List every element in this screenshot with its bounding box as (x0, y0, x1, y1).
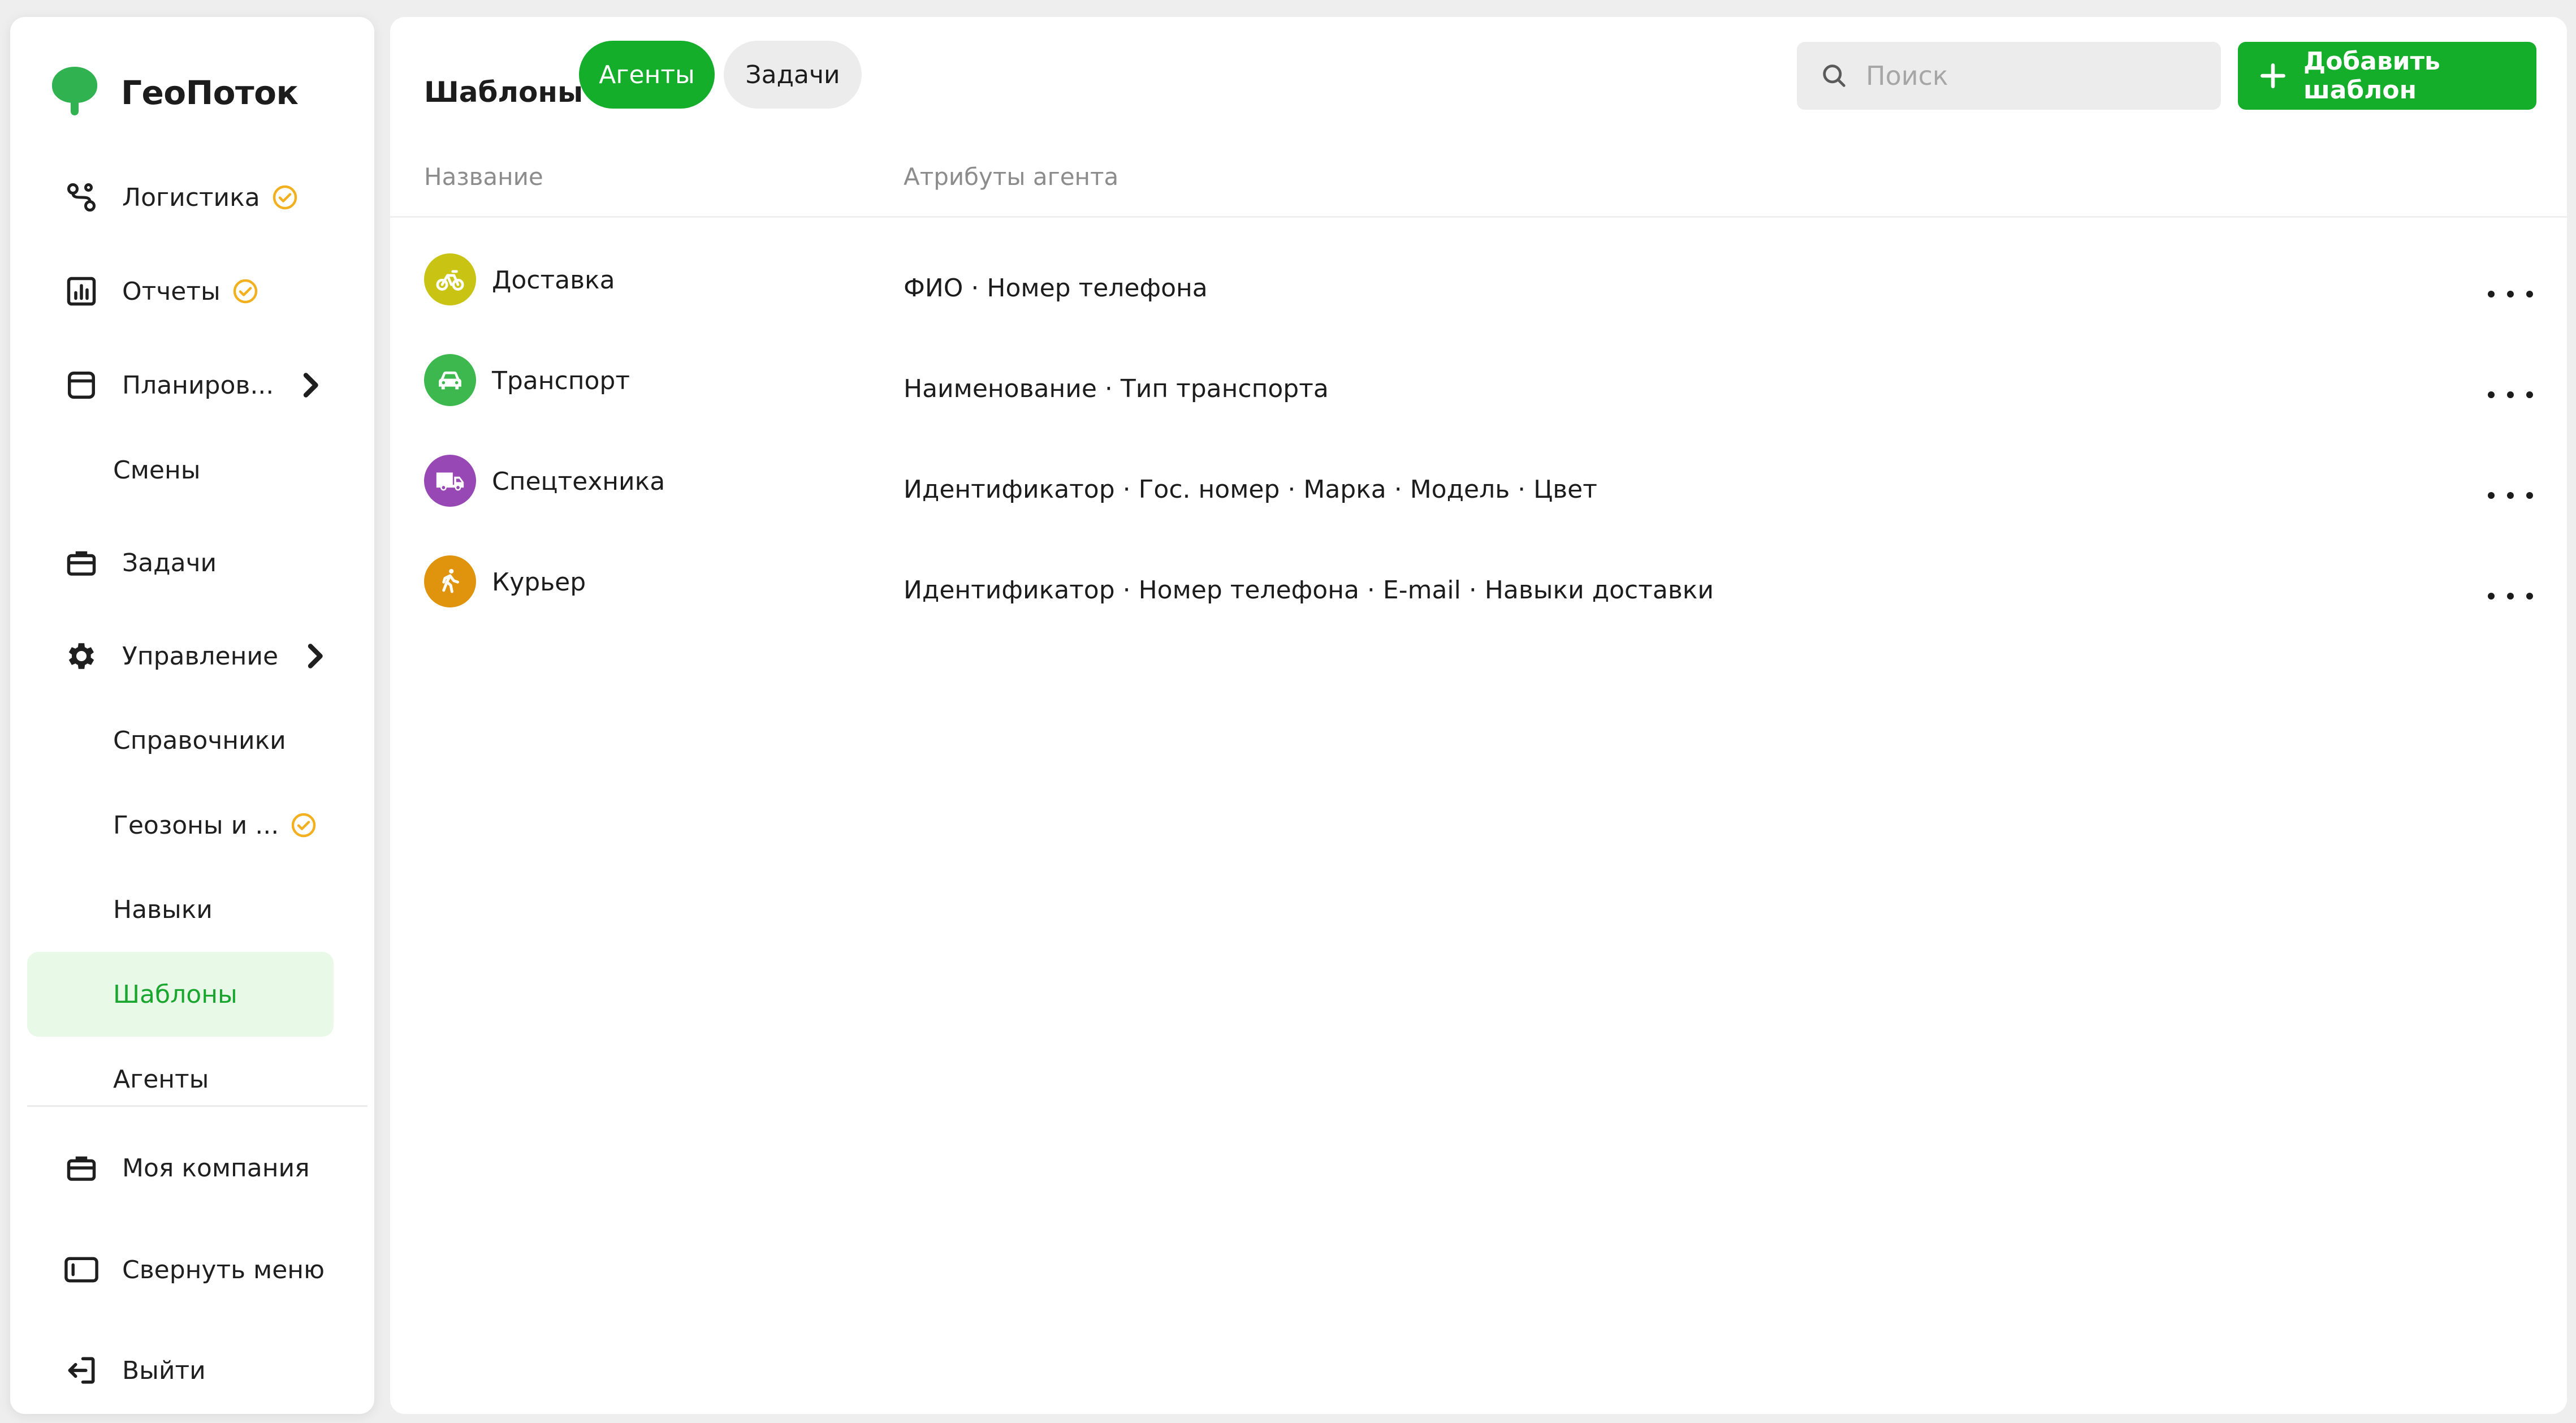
table-row[interactable]: Доставка ФИО · Номер телефона (390, 253, 2567, 344)
plus-icon (2257, 60, 2289, 92)
sidebar-item-label: Отчеты (122, 277, 221, 306)
bicycle-icon (424, 253, 476, 305)
sidebar-item-label: Задачи (122, 548, 217, 577)
app-name: ГеоПоток (121, 74, 299, 112)
tab-label: Агенты (599, 60, 695, 89)
sidebar-item-label: Свернуть меню (122, 1255, 325, 1284)
sidebar: ГеоПоток Логистика Отчеты Планиров... См… (10, 17, 374, 1414)
chevron-right-icon[interactable] (299, 369, 321, 401)
sidebar-item-label: Управление (122, 641, 279, 671)
tab-agents[interactable]: Агенты (579, 41, 715, 109)
collapse-sidebar-icon (59, 1247, 104, 1292)
briefcase-icon (59, 1145, 104, 1191)
template-name: Транспорт (492, 366, 630, 395)
template-name: Спецтехника (492, 467, 665, 496)
more-options-icon[interactable] (2488, 585, 2533, 607)
calendar-icon (59, 363, 104, 408)
sidebar-item-templates[interactable]: Шаблоны (27, 952, 334, 1037)
gear-icon (59, 633, 104, 679)
logout-button[interactable]: Выйти (27, 1328, 334, 1413)
check-circle-icon (290, 812, 317, 839)
sidebar-item-label: Моя компания (122, 1153, 310, 1183)
sidebar-item-reports[interactable]: Отчеты (27, 249, 334, 334)
logout-icon (59, 1348, 104, 1393)
truck-icon (424, 455, 476, 507)
sidebar-item-my-company[interactable]: Моя компания (27, 1126, 334, 1210)
sidebar-item-geozones[interactable]: Геозоны и ... (27, 783, 334, 868)
sidebar-item-logistics[interactable]: Логистика (27, 155, 334, 240)
main-panel: Шаблоны Агенты Задачи Добавить шаблон На… (390, 17, 2567, 1414)
walking-person-icon (424, 555, 476, 607)
template-attributes: Идентификатор · Номер телефона · E-mail … (904, 576, 1714, 605)
tab-tasks[interactable]: Задачи (724, 41, 862, 109)
table-row[interactable]: Курьер Идентификатор · Номер телефона · … (390, 555, 2567, 646)
sidebar-item-tasks[interactable]: Задачи (27, 520, 334, 605)
sidebar-item-label: Смены (113, 455, 201, 485)
sidebar-item-label: Логистика (122, 183, 260, 212)
search-icon (1819, 61, 1849, 90)
briefcase-icon (59, 540, 104, 585)
sidebar-item-agents[interactable]: Агенты (27, 1037, 334, 1122)
app-logo[interactable]: ГеоПоток (46, 63, 299, 122)
more-options-icon[interactable] (2488, 283, 2533, 305)
sidebar-item-label: Планиров... (122, 370, 274, 400)
template-name: Доставка (492, 266, 615, 295)
sidebar-divider (27, 1105, 368, 1107)
more-options-icon[interactable] (2488, 484, 2533, 507)
template-name: Курьер (492, 568, 586, 597)
template-attributes: Идентификатор · Гос. номер · Марка · Мод… (904, 475, 1597, 504)
sidebar-item-directories[interactable]: Справочники (27, 698, 334, 783)
route-icon (59, 175, 104, 220)
table-row[interactable]: Транспорт Наименование · Тип транспорта (390, 354, 2567, 445)
add-template-button[interactable]: Добавить шаблон (2238, 42, 2536, 110)
car-icon (424, 354, 476, 406)
page-title: Шаблоны (424, 76, 584, 109)
sidebar-item-label: Агенты (113, 1064, 209, 1094)
sidebar-item-management[interactable]: Управление (27, 614, 334, 698)
template-attributes: ФИО · Номер телефона (904, 274, 1208, 303)
table-row[interactable]: Спецтехника Идентификатор · Гос. номер ·… (390, 455, 2567, 545)
search-input[interactable] (1866, 61, 2205, 91)
sidebar-item-planning[interactable]: Планиров... (27, 343, 334, 428)
sidebar-item-skills[interactable]: Навыки (27, 867, 334, 952)
collapse-menu-button[interactable]: Свернуть меню (27, 1227, 334, 1312)
check-circle-icon (232, 278, 259, 305)
sidebar-item-label: Навыки (113, 895, 213, 924)
add-button-label: Добавить шаблон (2303, 47, 2440, 105)
search-box (1797, 42, 2221, 110)
template-attributes: Наименование · Тип транспорта (904, 374, 1329, 403)
column-header-name[interactable]: Название (424, 163, 543, 191)
chevron-right-icon[interactable] (303, 640, 326, 672)
sidebar-item-label: Геозоны и ... (113, 810, 279, 840)
column-header-attributes[interactable]: Атрибуты агента (904, 163, 1118, 191)
sidebar-item-shifts[interactable]: Смены (27, 428, 334, 512)
check-circle-icon (271, 184, 299, 211)
more-options-icon[interactable] (2488, 383, 2533, 406)
logo-tree-icon (46, 63, 110, 122)
sidebar-item-label: Шаблоны (113, 980, 237, 1009)
chart-icon (59, 269, 104, 314)
table-header-divider (390, 216, 2567, 218)
sidebar-item-label: Справочники (113, 726, 286, 755)
sidebar-item-label: Выйти (122, 1356, 206, 1385)
tab-label: Задачи (745, 60, 840, 89)
